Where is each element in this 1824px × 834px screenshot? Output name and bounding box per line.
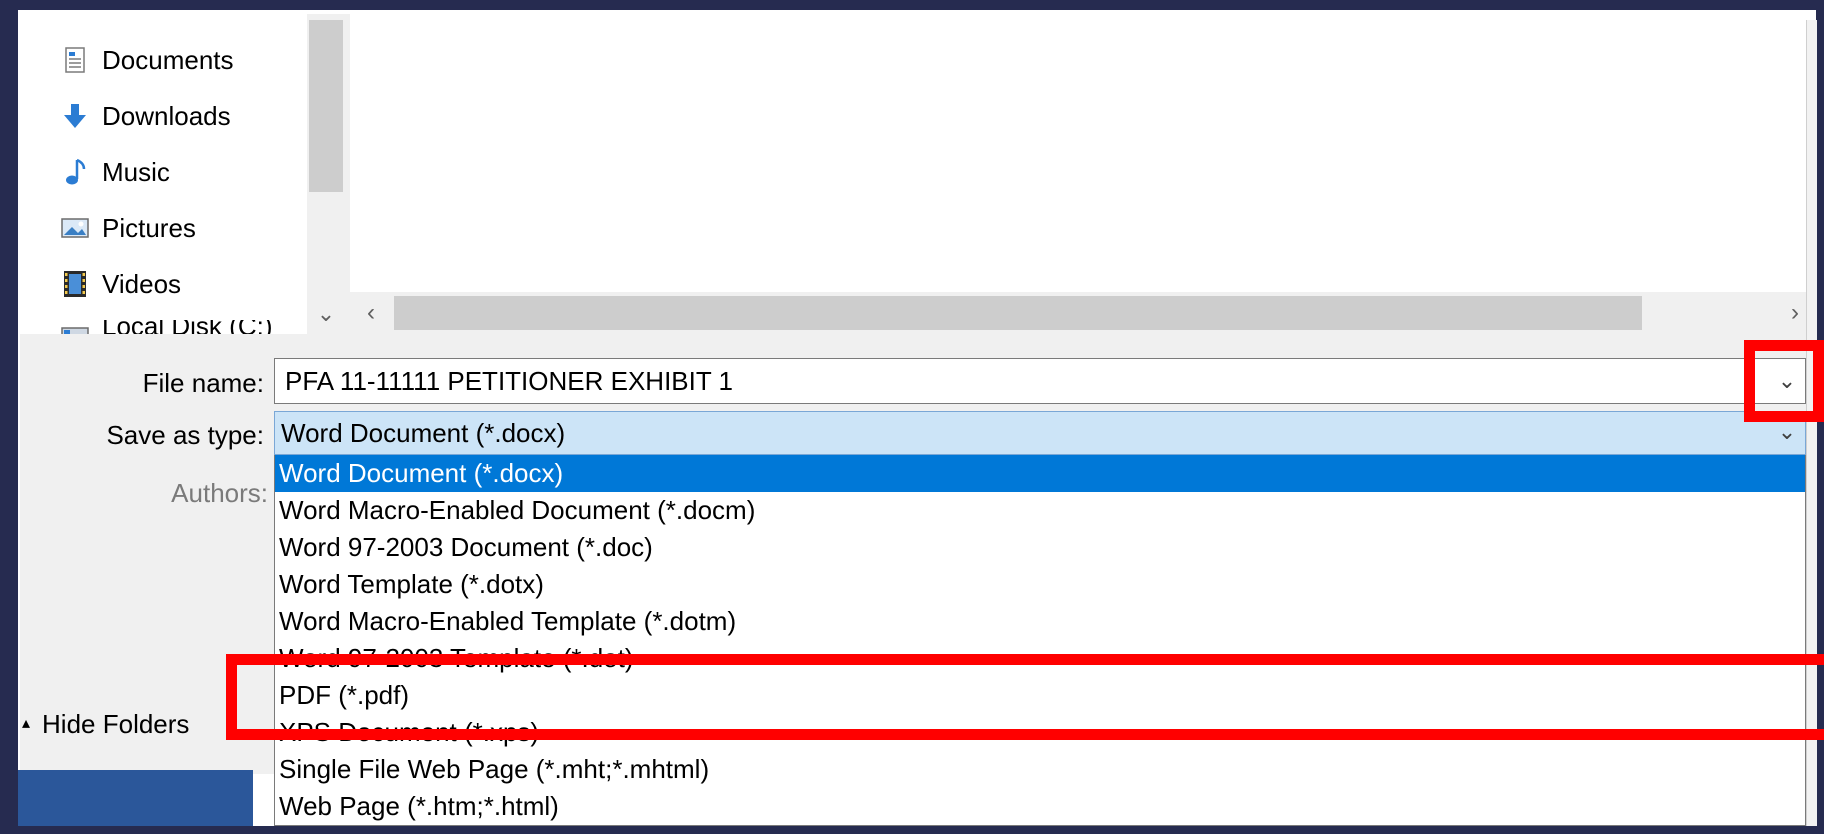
caret-up-icon: ▴ <box>22 715 31 732</box>
nav-item-documents[interactable]: Documents <box>60 40 234 80</box>
authors-label: Authors: <box>171 478 268 508</box>
nav-item-label: Local Disk (C:) <box>102 320 272 334</box>
downloads-icon <box>64 104 86 128</box>
nav-item-local-disk[interactable]: Local Disk (C:) <box>60 320 272 334</box>
nav-item-pictures[interactable]: Pictures <box>60 208 196 248</box>
save-as-type-label: Save as type: <box>106 420 264 450</box>
dropdown-option[interactable]: Word Macro-Enabled Template (*.dotm) <box>275 603 1805 640</box>
nav-item-music[interactable]: Music <box>60 152 170 192</box>
chevron-left-icon[interactable]: ‹ <box>356 296 386 330</box>
videos-icon <box>64 271 86 297</box>
hide-folders-button[interactable]: ▴ Hide Folders <box>22 706 189 742</box>
annotation-highlight-box <box>226 654 1824 740</box>
nav-item-label: Documents <box>102 44 234 75</box>
hide-folders-label: Hide Folders <box>42 709 190 739</box>
file-name-input[interactable]: PFA 11-11111 PETITIONER EXHIBIT 1 <box>274 358 1806 404</box>
dropdown-option[interactable]: Word Document (*.docx) <box>275 455 1805 492</box>
dropdown-option[interactable]: Word Macro-Enabled Document (*.docm) <box>275 492 1805 529</box>
annotation-highlight-box <box>1744 340 1824 422</box>
nav-scrollbar-thumb[interactable] <box>309 20 343 192</box>
dropdown-option[interactable]: Single File Web Page (*.mht;*.mhtml) <box>275 751 1805 788</box>
horizontal-scrollbar-thumb[interactable] <box>394 296 1642 330</box>
nav-item-label: Downloads <box>102 100 231 131</box>
chevron-down-icon[interactable]: ⌄ <box>309 300 343 328</box>
chevron-right-icon[interactable]: › <box>1780 296 1810 330</box>
documents-icon <box>65 47 85 73</box>
dropdown-option[interactable]: Word 97-2003 Document (*.doc) <box>275 529 1805 566</box>
nav-item-label: Pictures <box>102 212 196 243</box>
drive-icon <box>61 327 89 334</box>
file-list-pane <box>350 14 1806 292</box>
nav-item-videos[interactable]: Videos <box>60 264 181 304</box>
background-app-panel <box>18 770 253 826</box>
save-as-type-dropdown: Word Document (*.docx) Word Macro-Enable… <box>274 455 1806 826</box>
music-icon <box>66 158 86 185</box>
file-name-label: File name: <box>142 368 264 398</box>
nav-item-downloads[interactable]: Downloads <box>60 96 231 136</box>
navigation-pane: Documents Downloads Music Pictures Video… <box>20 14 307 334</box>
pictures-icon <box>61 218 89 238</box>
nav-item-label: Music <box>102 156 170 187</box>
window-frame-top <box>0 0 1824 10</box>
window-frame-left <box>0 0 18 834</box>
save-as-type-select[interactable]: Word Document (*.docx) <box>274 411 1806 455</box>
dropdown-option[interactable]: Word Template (*.dotx) <box>275 566 1805 603</box>
window-frame-bottom <box>0 826 1824 834</box>
nav-item-label: Videos <box>102 268 182 299</box>
dropdown-option[interactable]: Web Page (*.htm;*.html) <box>275 788 1805 825</box>
